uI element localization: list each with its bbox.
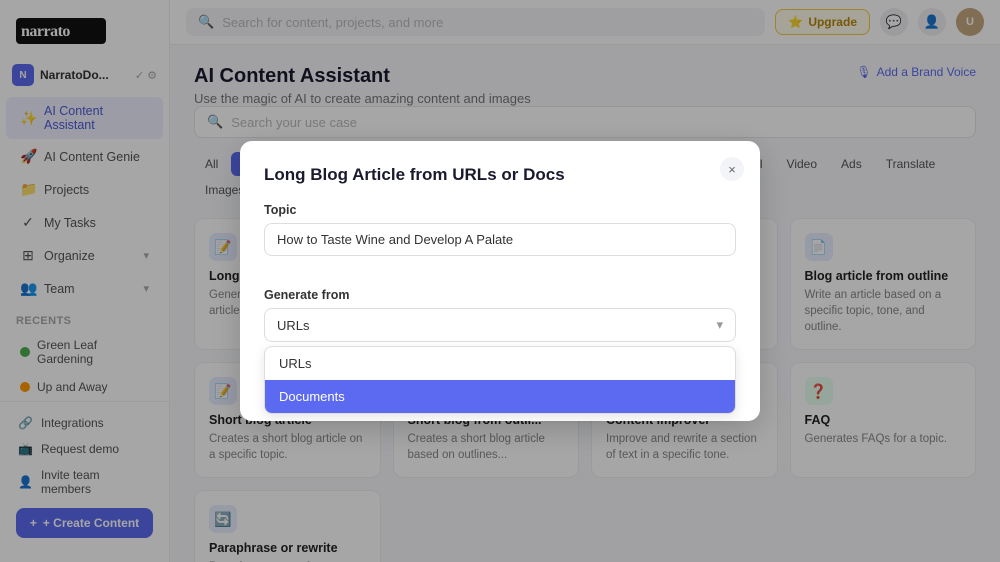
modal-overlay: × Long Blog Article from URLs or Docs To… bbox=[0, 0, 1000, 562]
modal-close-button[interactable]: × bbox=[720, 157, 744, 181]
long-blog-modal: × Long Blog Article from URLs or Docs To… bbox=[240, 141, 760, 421]
modal-title: Long Blog Article from URLs or Docs bbox=[264, 165, 736, 185]
generate-from-label: Generate from bbox=[264, 288, 736, 302]
topic-input[interactable] bbox=[264, 223, 736, 256]
dropdown-option-documents[interactable]: Documents bbox=[265, 380, 735, 413]
generate-from-dropdown[interactable]: URLs ▾ bbox=[264, 308, 736, 342]
topic-form-group: Topic bbox=[264, 203, 736, 272]
dropdown-option-urls[interactable]: URLs bbox=[265, 347, 735, 380]
chevron-down-icon: ▾ bbox=[716, 317, 723, 333]
generate-from-form-group: Generate from URLs ▾ URLs Documents bbox=[264, 288, 736, 342]
dropdown-selected-value: URLs bbox=[277, 318, 310, 333]
generate-from-dropdown-menu: URLs Documents bbox=[264, 346, 736, 414]
generate-from-dropdown-wrapper: URLs ▾ URLs Documents bbox=[264, 308, 736, 342]
topic-label: Topic bbox=[264, 203, 736, 217]
